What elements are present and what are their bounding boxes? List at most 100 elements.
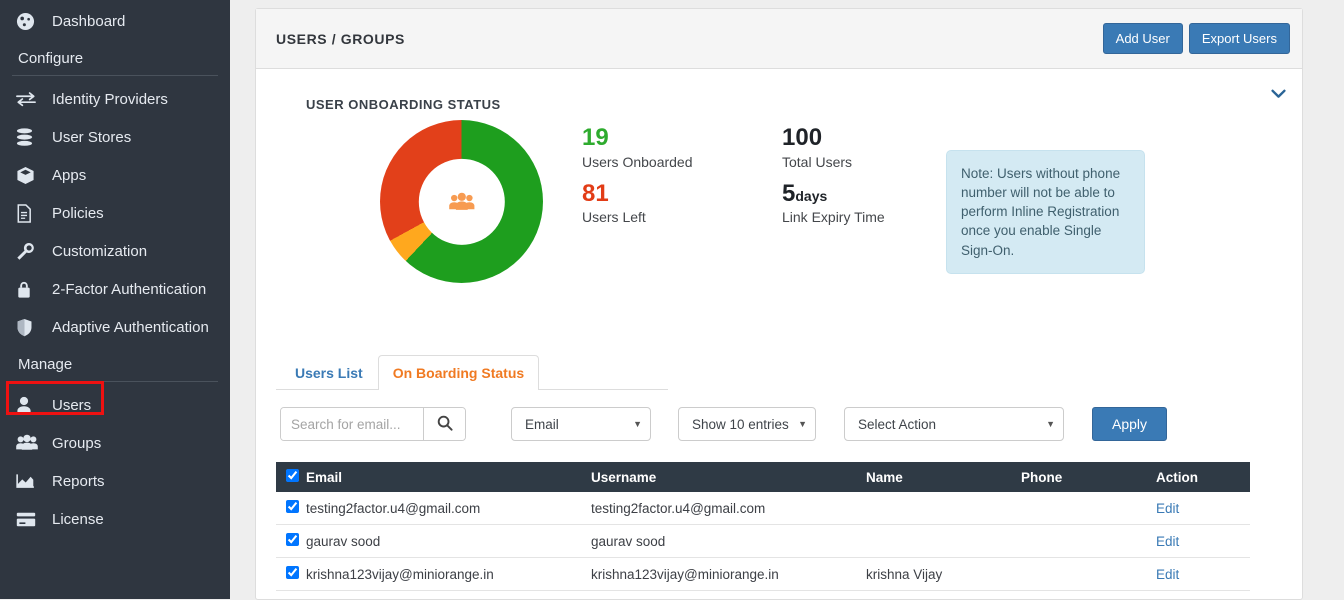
edit-link[interactable]: Edit: [1156, 501, 1179, 516]
stat-column-left: 19 Users Onboarded 81 Users Left: [582, 124, 693, 235]
sidebar-item-label: User Stores: [52, 128, 132, 146]
sidebar-item-reports[interactable]: Reports: [0, 462, 230, 500]
sidebar-item-label: License: [52, 510, 104, 528]
row-checkbox-cell: [276, 533, 306, 549]
sidebar-divider: [12, 75, 218, 76]
add-user-button[interactable]: Add User: [1102, 23, 1183, 54]
chevron-down-icon[interactable]: [1271, 87, 1286, 103]
sidebar-item-license[interactable]: License: [0, 500, 230, 538]
stat-users-onboarded-label: Users Onboarded: [582, 153, 693, 170]
stat-users-left-value: 81: [582, 179, 609, 207]
sidebar-item-adaptive-authentication[interactable]: Adaptive Authentication: [0, 308, 230, 346]
stat-column-right: 100 Total Users 5days Link Expiry Time: [782, 124, 885, 235]
sidebar-item-label: Identity Providers: [52, 90, 168, 108]
cell-username: gaurav sood: [591, 533, 666, 549]
sidebar-item-users[interactable]: Users: [0, 386, 230, 424]
lock-icon: [16, 280, 46, 299]
column-header-name: Name: [866, 469, 903, 485]
panel-body: USER ONBOARDING STATUS 19 Users Onboarde…: [256, 69, 1302, 599]
cell-email: gaurav sood: [306, 533, 381, 549]
sidebar-item-dashboard[interactable]: Dashboard: [0, 2, 230, 40]
row-checkbox-cell: [276, 500, 306, 516]
action-select-value: Select Action: [858, 416, 937, 432]
column-header-email: Email: [306, 469, 343, 485]
stat-link-expiry-label: Link Expiry Time: [782, 209, 885, 226]
row-checkbox[interactable]: [286, 566, 299, 579]
panel-header: USERS / GROUPS Add User Export Users: [256, 9, 1302, 69]
exchange-icon: [16, 91, 46, 107]
show-entries-select[interactable]: Show 10 entries ▼: [678, 407, 816, 441]
export-users-button[interactable]: Export Users: [1188, 23, 1290, 54]
sidebar-item-groups[interactable]: Groups: [0, 424, 230, 462]
select-all-checkbox-cell: [276, 469, 306, 485]
users-groups-panel: USERS / GROUPS Add User Export Users USE…: [255, 8, 1303, 600]
users-table: Email Username Name Phone Action testing…: [276, 462, 1250, 591]
table-header-row: Email Username Name Phone Action: [276, 462, 1250, 492]
search-button[interactable]: [423, 408, 465, 440]
search-group: [280, 407, 466, 441]
apply-button[interactable]: Apply: [1092, 407, 1168, 441]
edit-link[interactable]: Edit: [1156, 534, 1179, 549]
table-row: gaurav sood gaurav sood Edit: [276, 525, 1250, 558]
card-icon: [16, 512, 46, 527]
sidebar-item-label: Policies: [52, 204, 104, 222]
tab-users-list[interactable]: Users List: [280, 355, 378, 390]
shield-icon: [16, 318, 46, 337]
sidebar-item-customization[interactable]: Customization: [0, 232, 230, 270]
sidebar-item-label: Users: [52, 396, 92, 414]
sidebar-section-configure: Configure: [18, 50, 84, 67]
search-input[interactable]: [281, 408, 423, 440]
chart-icon: [16, 473, 46, 489]
onboarding-row: 19 Users Onboarded 81 Users Left 100 Tot…: [276, 112, 1282, 312]
tab-bar: Users List On Boarding Status: [276, 354, 668, 390]
stat-users-left-label: Users Left: [582, 209, 646, 226]
table-row: testing2factor.u4@gmail.com testing2fact…: [276, 492, 1250, 525]
cell-action: Edit: [1156, 567, 1240, 582]
edit-link[interactable]: Edit: [1156, 567, 1179, 582]
sidebar-item-apps[interactable]: Apps: [0, 156, 230, 194]
sidebar-item-2fa[interactable]: 2-Factor Authentication: [0, 270, 230, 308]
header-actions: Add User Export Users: [1102, 23, 1290, 54]
sidebar-item-label: Customization: [52, 242, 148, 260]
sidebar-item-label: Adaptive Authentication: [52, 318, 209, 336]
page-title: USERS / GROUPS: [276, 30, 405, 47]
users-group-icon: [448, 192, 475, 212]
sidebar-item-label: 2-Factor Authentication: [52, 280, 207, 298]
tab-on-boarding-status[interactable]: On Boarding Status: [377, 355, 540, 390]
table-row: krishna123vijay@miniorange.in krishna123…: [276, 558, 1250, 591]
sidebar-item-label: Dashboard: [52, 12, 126, 30]
field-select-value: Email: [525, 416, 559, 432]
info-note: Note: Users without phone number will no…: [946, 150, 1145, 274]
sidebar-divider: [12, 381, 218, 382]
sidebar: Dashboard Configure Identity Providers U…: [0, 0, 230, 599]
row-checkbox-cell: [276, 566, 306, 582]
stat-total-users-label: Total Users: [782, 153, 853, 170]
field-select[interactable]: Email ▼: [511, 407, 651, 441]
column-header-phone: Phone: [1021, 469, 1063, 485]
cell-username: krishna123vijay@miniorange.in: [591, 566, 779, 582]
dashboard-icon: [16, 12, 46, 31]
chevron-down-icon: ▼: [633, 419, 642, 429]
sidebar-item-label: Reports: [52, 472, 105, 490]
search-icon: [437, 415, 453, 434]
filter-bar: Email ▼ Show 10 entries ▼ Select Action …: [276, 407, 1282, 441]
sidebar-item-identity-providers[interactable]: Identity Providers: [0, 80, 230, 118]
sidebar-item-label: Groups: [52, 434, 102, 452]
stat-link-expiry-unit: days: [795, 187, 828, 204]
row-checkbox[interactable]: [286, 500, 299, 513]
cube-icon: [16, 166, 46, 185]
select-all-checkbox[interactable]: [286, 469, 299, 482]
stat-link-expiry-value: 5days: [782, 180, 885, 208]
sidebar-item-policies[interactable]: Policies: [0, 194, 230, 232]
stat-total-users-value: 100: [782, 124, 823, 151]
database-icon: [16, 127, 46, 147]
sidebar-item-user-stores[interactable]: User Stores: [0, 118, 230, 156]
stat-users-onboarded-value: 19: [582, 124, 609, 151]
stat-link-expiry-number: 5: [782, 179, 796, 207]
column-header-action: Action: [1156, 469, 1198, 485]
chevron-down-icon: ▼: [798, 419, 807, 429]
action-select[interactable]: Select Action ▼: [844, 407, 1064, 441]
sidebar-section-manage: Manage: [18, 356, 73, 373]
users-group-icon: [16, 434, 46, 452]
row-checkbox[interactable]: [286, 533, 299, 546]
